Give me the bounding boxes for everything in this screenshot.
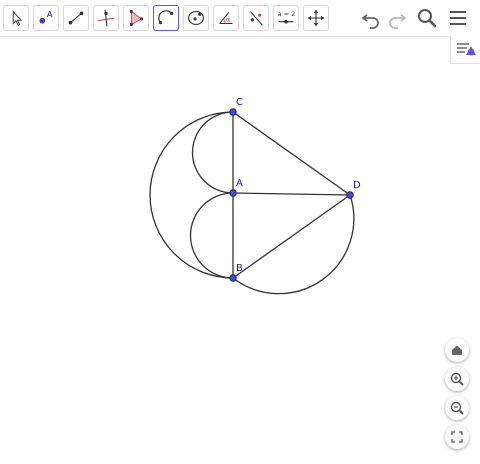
slider-tool-label: a = 2 [278, 10, 296, 18]
slider-icon: a = 2 [278, 10, 296, 24]
move-tool-button[interactable] [3, 5, 29, 31]
segment-icon [68, 11, 84, 25]
toolbar: A α a = 2 [0, 0, 480, 37]
cursor-arrow-icon [12, 10, 23, 27]
point-c[interactable] [229, 108, 237, 116]
point-b-label: B [236, 263, 243, 274]
point-tool-label: A [47, 9, 53, 19]
polygon-tool-button[interactable] [123, 5, 149, 31]
fullscreen-button[interactable] [445, 425, 469, 449]
redo-icon [389, 14, 407, 29]
angle-tool-button[interactable]: α [213, 5, 239, 31]
point-d-label: D [353, 180, 361, 191]
zoom-out-icon [450, 401, 464, 415]
point-a[interactable] [229, 189, 237, 197]
segment-ad [232, 192, 351, 196]
segment-tool-button[interactable] [63, 5, 89, 31]
redo-button[interactable] [385, 6, 409, 30]
menu-button[interactable] [446, 6, 470, 30]
search-icon [418, 9, 437, 28]
menu-icon [450, 11, 466, 25]
point-a-label: A [236, 178, 243, 189]
zoom-out-button[interactable] [445, 396, 469, 420]
polygon-icon [129, 9, 144, 27]
segment-bd [232, 194, 351, 279]
undo-icon [361, 14, 379, 29]
angle-icon: α [219, 12, 233, 25]
slider-tool-button[interactable]: a = 2 [273, 5, 299, 31]
semicircle-tool-button[interactable] [153, 5, 179, 31]
semicircle-ab [189, 192, 234, 279]
point-b[interactable] [229, 274, 237, 282]
semicircle-bd [232, 194, 355, 295]
segment-cd [232, 111, 351, 196]
construction-drawing: C A D B [149, 97, 361, 295]
semicircle-ca [191, 111, 234, 194]
perpendicular-line-icon [97, 9, 115, 27]
reflect-tool-button[interactable] [243, 5, 269, 31]
point-tool-button[interactable]: A [33, 5, 59, 31]
circle-tool-button[interactable] [183, 5, 209, 31]
home-icon [452, 345, 462, 355]
home-button[interactable] [445, 338, 469, 362]
reflect-icon [250, 11, 263, 26]
undo-button[interactable] [359, 6, 383, 30]
circle-icon [188, 10, 204, 26]
perpendicular-line-tool-button[interactable] [93, 5, 119, 31]
search-button[interactable] [415, 6, 439, 30]
move-arrows-icon [307, 9, 325, 27]
point-d[interactable] [346, 191, 354, 199]
move-graphics-view-tool-button[interactable] [303, 5, 329, 31]
graphics-view[interactable]: C A D B [0, 37, 480, 460]
point-icon: A [39, 9, 53, 24]
zoom-in-button[interactable] [445, 367, 469, 391]
point-c-label: C [236, 97, 243, 108]
fullscreen-icon [451, 431, 463, 443]
angle-tool-label: α [226, 16, 230, 24]
semicircle-icon [158, 10, 174, 25]
zoom-in-icon [450, 372, 464, 386]
